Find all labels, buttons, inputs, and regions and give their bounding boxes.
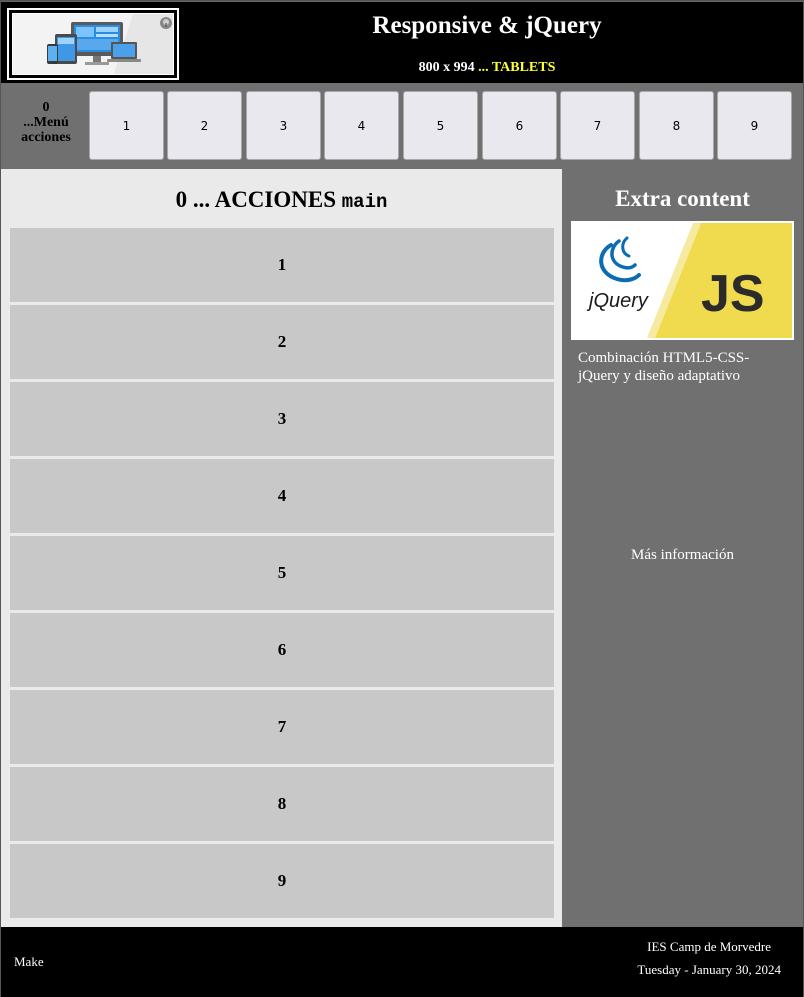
nav-label-line3: acciones — [21, 130, 71, 145]
action-item-8[interactable]: 8 — [10, 767, 554, 841]
svg-text:jQuery: jQuery — [586, 290, 649, 312]
action-item-2[interactable]: 2 — [10, 305, 554, 379]
page-title: Responsive & jQuery — [372, 12, 602, 39]
nav-button-5[interactable]: 5 — [403, 91, 478, 160]
device-label: TABLETS — [491, 60, 556, 75]
action-item-5[interactable]: 5 — [10, 536, 554, 610]
nav-button-7[interactable]: 7 — [560, 91, 635, 160]
responsive-devices-icon — [12, 13, 174, 75]
footer: Make IES Camp de Morvedre Tuesday - Janu… — [1, 927, 803, 997]
nav-label: 0 ...Menú acciones — [9, 100, 83, 145]
viewport-subtitle: 800 x 994 ... TABLETS — [187, 60, 787, 76]
nav-label-line2: ...Menú — [23, 115, 69, 130]
main-title-text: 0 ... ACCIONES — [175, 187, 337, 212]
nav-button-4[interactable]: 4 — [324, 91, 399, 160]
nav-label-line1: 0 — [42, 100, 50, 115]
main-section: 0 ... ACCIONES main 1 2 3 4 5 6 7 8 9 — [1, 169, 562, 927]
more-info-link[interactable]: Más información — [562, 547, 803, 564]
action-item-3[interactable]: 3 — [10, 382, 554, 456]
jquery-js-logo: jQuery JS — [571, 221, 794, 340]
footer-make: Make — [14, 954, 44, 969]
nav-button-1[interactable]: 1 — [89, 91, 164, 160]
main-title: 0 ... ACCIONES main — [1, 187, 562, 213]
aside-description: Combinación HTML5-CSS-jQuery y diseño ad… — [578, 350, 750, 384]
svg-text:JS: JS — [701, 265, 765, 323]
footer-school: IES Camp de Morvedre — [647, 939, 771, 954]
footer-date: Tuesday - January 30, 2024 — [637, 962, 781, 977]
action-item-4[interactable]: 4 — [10, 459, 554, 533]
logo — [7, 8, 179, 80]
viewport-size: 800 x 994 — [418, 60, 475, 75]
nav-button-8[interactable]: 8 — [639, 91, 714, 160]
nav-menu: 0 ...Menú acciones 1 2 3 4 5 6 7 8 9 — [1, 83, 803, 169]
action-item-9[interactable]: 9 — [10, 844, 554, 918]
subtitle-dots: ... — [478, 60, 489, 75]
nav-button-9[interactable]: 9 — [717, 91, 792, 160]
nav-button-6[interactable]: 6 — [482, 91, 557, 160]
main-title-tag: main — [341, 191, 388, 213]
page: Responsive & jQuery 800 x 994 ... TABLET… — [0, 0, 804, 997]
header: Responsive & jQuery 800 x 994 ... TABLET… — [1, 1, 803, 83]
action-item-1[interactable]: 1 — [10, 228, 554, 302]
action-item-7[interactable]: 7 — [10, 690, 554, 764]
nav-button-2[interactable]: 2 — [167, 91, 242, 160]
aside-extra: Extra content jQuery JS Combinación HTML… — [562, 169, 803, 927]
action-item-6[interactable]: 6 — [10, 613, 554, 687]
aside-title: Extra content — [615, 186, 750, 211]
nav-button-3[interactable]: 3 — [246, 91, 321, 160]
